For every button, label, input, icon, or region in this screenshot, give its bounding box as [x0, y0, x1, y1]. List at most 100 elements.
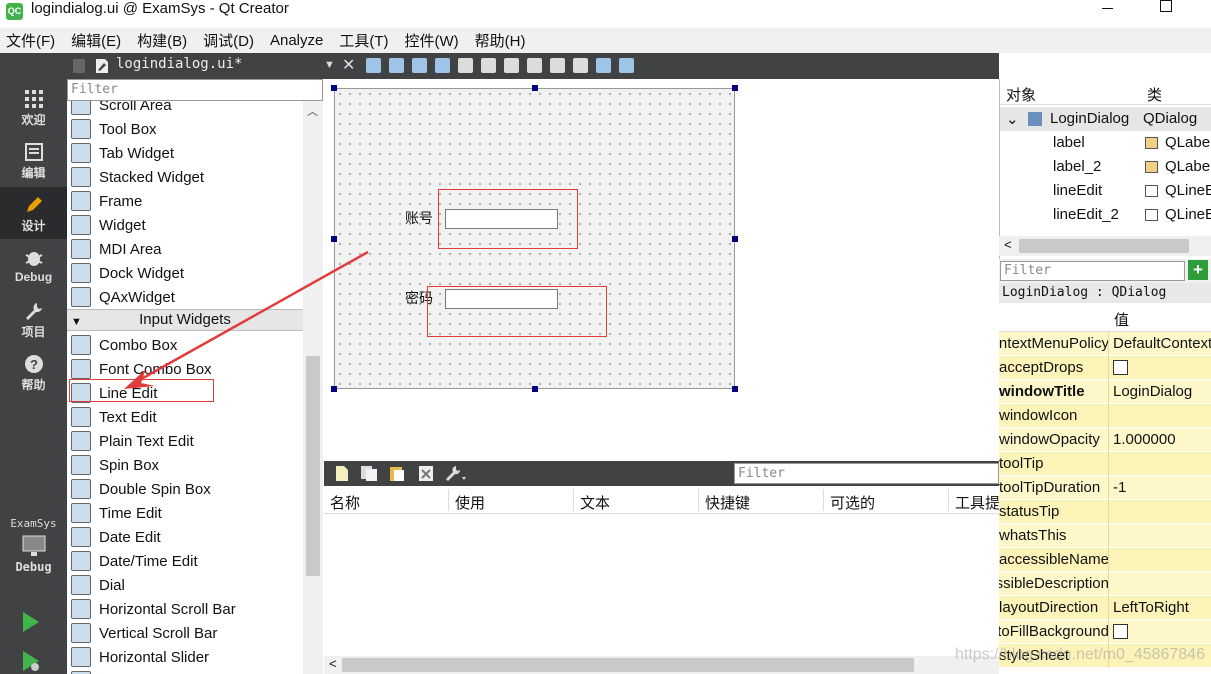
- chevron-left-icon[interactable]: <: [1004, 237, 1012, 252]
- object-tree-row[interactable]: ⌄ LoginDialog QDialog: [1000, 107, 1211, 131]
- property-value[interactable]: LeftToRight: [1113, 599, 1189, 616]
- layout-horizontal-icon[interactable]: [458, 58, 473, 73]
- resize-handle[interactable]: [732, 386, 738, 392]
- resize-handle[interactable]: [331, 85, 337, 91]
- widget-item[interactable]: Dial: [67, 573, 303, 597]
- column-header[interactable]: 可选的: [830, 492, 875, 513]
- editor-tab-filename[interactable]: logindialog.ui*: [116, 56, 242, 72]
- delete-icon[interactable]: [418, 465, 434, 482]
- widget-item[interactable]: Date Edit: [67, 525, 303, 549]
- layout-vertical-icon[interactable]: [481, 58, 496, 73]
- column-header[interactable]: 文本: [580, 492, 610, 513]
- property-row[interactable]: autoFillBackground: [999, 620, 1211, 644]
- menu-item[interactable]: Analyze: [270, 32, 323, 49]
- widget-item[interactable]: Horizontal Scroll Bar: [67, 597, 303, 621]
- close-icon[interactable]: ✕: [342, 55, 355, 75]
- property-filter-input[interactable]: Filter: [1000, 261, 1185, 281]
- property-row[interactable]: acceptDrops: [999, 356, 1211, 380]
- mode-welcome[interactable]: 欢迎: [0, 89, 67, 128]
- widget-item[interactable]: Horizontal Slider: [67, 645, 303, 669]
- chevron-up-icon[interactable]: ︿: [307, 103, 318, 119]
- column-header[interactable]: 使用: [455, 492, 485, 513]
- debug-run-icon[interactable]: [20, 649, 42, 673]
- column-header[interactable]: 名称: [330, 492, 360, 513]
- resize-handle[interactable]: [532, 386, 538, 392]
- widget-item[interactable]: Vertical Slider: [67, 669, 303, 674]
- chevron-down-icon[interactable]: ▼: [71, 312, 82, 332]
- mode-projects[interactable]: 项目: [0, 301, 67, 340]
- widget-item[interactable]: Stacked Widget: [67, 165, 303, 189]
- mode-edit[interactable]: 编辑: [0, 142, 67, 181]
- form-editor-canvas[interactable]: 账号 密码: [324, 79, 999, 461]
- maximize-icon[interactable]: [1160, 0, 1172, 12]
- menu-item[interactable]: 编辑(E): [71, 30, 121, 51]
- widget-item[interactable]: Plain Text Edit: [67, 429, 303, 453]
- label-account[interactable]: 账号: [405, 208, 433, 228]
- property-row[interactable]: windowTitle LoginDialog: [999, 380, 1211, 404]
- copy-icon[interactable]: [360, 465, 378, 482]
- menu-item[interactable]: 帮助(H): [475, 30, 526, 51]
- widget-item[interactable]: Spin Box: [67, 453, 303, 477]
- widget-item[interactable]: Scroll Area: [67, 101, 303, 117]
- resize-handle[interactable]: [532, 85, 538, 91]
- layout-grid-icon[interactable]: [573, 58, 588, 73]
- edit-signals-slots-icon[interactable]: [389, 58, 404, 73]
- widget-item[interactable]: Vertical Scroll Bar: [67, 621, 303, 645]
- menu-item[interactable]: 控件(W): [405, 30, 459, 51]
- menu-item[interactable]: 文件(F): [6, 30, 55, 51]
- property-checkbox[interactable]: [1113, 624, 1128, 639]
- action-hscrollbar[interactable]: <: [324, 656, 999, 674]
- menu-item[interactable]: 构建(B): [137, 30, 187, 51]
- new-action-icon[interactable]: [334, 465, 350, 482]
- property-value[interactable]: LoginDialog: [1113, 383, 1192, 400]
- kit-selector[interactable]: ExamSys Debug: [0, 517, 67, 574]
- wrench-dropdown-icon[interactable]: [444, 464, 468, 483]
- mode-design[interactable]: 设计: [0, 187, 67, 239]
- property-row[interactable]: accessibleName: [999, 548, 1211, 572]
- widget-item[interactable]: Widget: [67, 213, 303, 237]
- layout-form-icon[interactable]: [550, 58, 565, 73]
- property-row[interactable]: windowIcon: [999, 404, 1211, 428]
- mode-debug[interactable]: Debug: [0, 248, 67, 284]
- property-row[interactable]: whatsThis: [999, 524, 1211, 548]
- widget-item[interactable]: Frame: [67, 189, 303, 213]
- object-tree-row[interactable]: label QLabel: [1000, 131, 1211, 155]
- menu-item[interactable]: 调试(D): [203, 30, 254, 51]
- property-checkbox[interactable]: [1113, 360, 1128, 375]
- object-inspector-hscrollbar[interactable]: <: [999, 236, 1211, 256]
- property-row[interactable]: windowOpacity 1.000000: [999, 428, 1211, 452]
- object-tree-row[interactable]: label_2 QLabel: [1000, 155, 1211, 179]
- action-filter-input[interactable]: Filter: [734, 463, 999, 484]
- column-header-object[interactable]: 对象: [1006, 84, 1036, 105]
- widget-item[interactable]: Tool Box: [67, 117, 303, 141]
- property-value[interactable]: -1: [1113, 479, 1126, 496]
- property-value[interactable]: DefaultContextMenu: [1113, 335, 1211, 352]
- chevron-down-icon[interactable]: ⌄: [1006, 110, 1019, 128]
- edit-buddies-icon[interactable]: [412, 58, 427, 73]
- column-header-value[interactable]: 值: [1114, 309, 1129, 330]
- paste-icon[interactable]: [388, 465, 406, 482]
- edit-tab-order-icon[interactable]: [435, 58, 450, 73]
- property-row[interactable]: contextMenuPolicyDefaultContextMenu: [999, 332, 1211, 356]
- layout-splitter-horizontal-icon[interactable]: [504, 58, 519, 73]
- chevron-down-icon[interactable]: ▼: [324, 59, 335, 71]
- resize-handle[interactable]: [732, 236, 738, 242]
- run-icon[interactable]: [20, 610, 42, 634]
- edit-widgets-icon[interactable]: [366, 58, 381, 73]
- widget-item[interactable]: Text Edit: [67, 405, 303, 429]
- column-header[interactable]: 快捷键: [705, 492, 750, 513]
- column-header[interactable]: 工具提: [955, 492, 1000, 513]
- minimize-icon[interactable]: [1102, 8, 1113, 9]
- widget-item[interactable]: Time Edit: [67, 501, 303, 525]
- property-row[interactable]: layoutDirection LeftToRight: [999, 596, 1211, 620]
- scrollbar-thumb[interactable]: [342, 658, 914, 672]
- adjust-size-icon[interactable]: [619, 58, 634, 73]
- property-row[interactable]: toolTip: [999, 452, 1211, 476]
- property-value[interactable]: 1.000000: [1113, 431, 1176, 448]
- chevron-left-icon[interactable]: <: [329, 656, 337, 671]
- add-dynamic-property-icon[interactable]: +: [1188, 260, 1208, 280]
- object-tree-row[interactable]: lineEdit_2 QLineEdit: [1000, 203, 1211, 227]
- layout-splitter-vertical-icon[interactable]: [527, 58, 542, 73]
- scrollbar-thumb[interactable]: [1019, 239, 1189, 253]
- resize-handle[interactable]: [732, 85, 738, 91]
